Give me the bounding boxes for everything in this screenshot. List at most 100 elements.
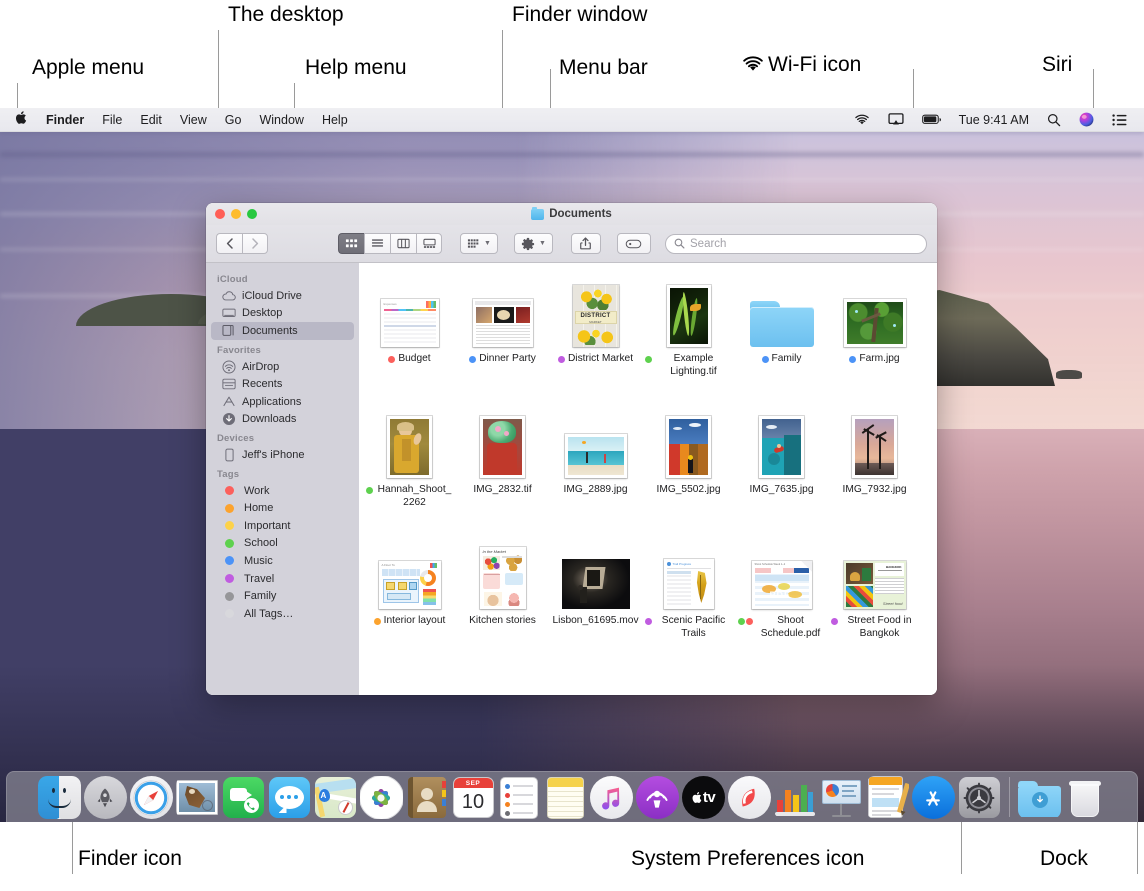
finder-window[interactable]: Documents (206, 203, 937, 695)
dock-item-finder[interactable] (38, 776, 81, 819)
sidebar-item-label: Family (244, 590, 276, 602)
wifi-icon[interactable] (845, 114, 879, 126)
sidebar-item-desktop[interactable]: Desktop (211, 305, 354, 323)
search-icon (674, 238, 685, 249)
sidebar-item-downloads[interactable]: Downloads (211, 411, 354, 429)
file-name: District Market (568, 353, 633, 366)
forward-button[interactable] (242, 233, 268, 254)
sidebar-header-favorites: Favorites (206, 340, 359, 358)
finder-titlebar[interactable]: Documents (206, 203, 937, 225)
file-item-interior-layout[interactable]: A Floor To (363, 537, 456, 640)
dock-item-photos[interactable] (360, 776, 403, 819)
apple-menu-icon[interactable] (0, 109, 37, 131)
back-button[interactable] (216, 233, 242, 254)
icon-view-button[interactable] (338, 233, 364, 254)
file-item-street-food-bangkok[interactable]: BANGKOK Street food Street Food in Bangk… (828, 537, 921, 640)
tag-button[interactable] (617, 233, 651, 254)
group-by-button[interactable]: ▼ (460, 233, 498, 254)
dock-item-apple-tv[interactable]: tv (682, 776, 725, 819)
sidebar-item-tag-travel[interactable]: Travel (211, 570, 354, 588)
dock-item-keynote[interactable] (820, 776, 863, 819)
zoom-button[interactable] (247, 209, 257, 219)
dock-item-maps[interactable]: A (314, 776, 357, 819)
sidebar-item-tag-school[interactable]: School (211, 535, 354, 553)
sidebar-item-airdrop[interactable]: AirDrop (211, 358, 354, 376)
dock-item-calendar[interactable]: SEP 10 (452, 776, 495, 819)
dock-item-system-preferences[interactable] (958, 776, 1001, 819)
dock-item-news[interactable] (728, 776, 771, 819)
menu-item-help[interactable]: Help (313, 108, 357, 132)
menu-item-edit[interactable]: Edit (131, 108, 171, 132)
menu-item-file[interactable]: File (93, 108, 131, 132)
menu-bar[interactable]: Finder File Edit View Go Window Help (0, 108, 1144, 132)
file-item-scenic-pacific-trails[interactable]: Trail Progress (642, 537, 735, 640)
menu-item-go[interactable]: Go (216, 108, 251, 132)
sidebar-item-icloud-drive[interactable]: iCloud Drive (211, 287, 354, 305)
dock-item-downloads-folder[interactable] (1018, 776, 1061, 819)
dock-item-app-store[interactable] (912, 776, 955, 819)
sidebar-item-documents[interactable]: Documents (211, 322, 354, 340)
airplay-icon[interactable] (879, 113, 913, 126)
file-item-family-folder[interactable]: Family (735, 275, 828, 378)
sidebar-item-tag-important[interactable]: Important (211, 517, 354, 535)
dock-item-notes[interactable] (544, 776, 587, 819)
menu-item-window[interactable]: Window (250, 108, 312, 132)
file-name: IMG_2832.tif (473, 484, 531, 497)
minimize-button[interactable] (231, 209, 241, 219)
file-item-shoot-schedule-pdf[interactable]: Shoot Schedule Week 1–2 PDF (735, 537, 828, 640)
dock-item-numbers[interactable] (774, 776, 817, 819)
file-item-img-5502[interactable]: IMG_5502.jpg (642, 406, 735, 509)
dock-item-launchpad[interactable] (84, 776, 127, 819)
dock-item-messages[interactable] (268, 776, 311, 819)
dock-item-pages[interactable] (866, 776, 909, 819)
sidebar-item-tag-all-tags[interactable]: All Tags… (211, 605, 354, 623)
file-item-kitchen-stories[interactable]: In the Market (456, 537, 549, 640)
list-view-button[interactable] (364, 233, 390, 254)
control-center-icon[interactable] (1103, 114, 1136, 126)
file-item-img-2889[interactable]: IMG_2889.jpg (549, 406, 642, 509)
finder-sidebar[interactable]: iCloud iCloud Drive Desktop (206, 263, 359, 695)
file-item-img-7635[interactable]: IMG_7635.jpg (735, 406, 828, 509)
sidebar-item-tag-music[interactable]: Music (211, 552, 354, 570)
file-item-dinner-party[interactable]: Dinner Party (456, 275, 549, 378)
finder-file-grid[interactable]: Expenses Budget (359, 263, 937, 695)
dock-item-mail[interactable] (176, 776, 219, 819)
battery-icon[interactable] (913, 114, 950, 125)
file-item-farm-jpg[interactable]: Farm.jpg (828, 275, 921, 378)
sidebar-item-tag-family[interactable]: Family (211, 587, 354, 605)
tag-dot-all-tags (225, 609, 234, 618)
column-view-button[interactable] (390, 233, 416, 254)
file-item-example-lighting[interactable]: Example Lighting.tif (642, 275, 735, 378)
dock-item-music[interactable] (590, 776, 633, 819)
close-button[interactable] (215, 209, 225, 219)
sidebar-item-tag-work[interactable]: Work (211, 482, 354, 500)
file-item-img-7932[interactable]: IMG_7932.jpg (828, 406, 921, 509)
dock-item-facetime[interactable] (222, 776, 265, 819)
search-input[interactable]: Search (665, 234, 927, 254)
siri-icon[interactable] (1070, 112, 1103, 127)
share-button[interactable] (571, 233, 601, 254)
dock-item-contacts[interactable] (406, 776, 449, 819)
menu-bar-clock[interactable]: Tue 9:41 AM (950, 108, 1038, 132)
file-item-budget[interactable]: Expenses Budget (363, 275, 456, 378)
file-item-img-2832[interactable]: IMG_2832.tif (456, 406, 549, 509)
sidebar-item-jeffs-iphone[interactable]: Jeff's iPhone (211, 446, 354, 464)
menu-item-finder[interactable]: Finder (37, 108, 93, 132)
file-item-hannah-shoot[interactable]: Hannah_Shoot_2262 (363, 406, 456, 509)
file-item-district-market[interactable]: DISTRICT MARKET District Market (549, 275, 642, 378)
gallery-view-button[interactable] (416, 233, 442, 254)
file-item-lisbon-mov[interactable]: Lisbon_61695.mov (549, 537, 642, 640)
dock-item-safari[interactable] (130, 776, 173, 819)
action-menu-button[interactable]: ▼ (514, 233, 553, 254)
menu-item-view[interactable]: View (171, 108, 216, 132)
dock-item-podcasts[interactable] (636, 776, 679, 819)
sidebar-item-recents[interactable]: Recents (211, 375, 354, 393)
sidebar-item-applications[interactable]: Applications (211, 393, 354, 411)
dock-item-trash[interactable] (1064, 776, 1107, 819)
sidebar-item-tag-home[interactable]: Home (211, 499, 354, 517)
dock-item-reminders[interactable] (498, 776, 541, 819)
finder-toolbar[interactable]: ▼ ▼ (206, 225, 937, 263)
dock[interactable]: A (6, 771, 1138, 822)
file-name: Hannah_Shoot_2262 (376, 484, 454, 509)
search-icon[interactable] (1038, 113, 1070, 127)
